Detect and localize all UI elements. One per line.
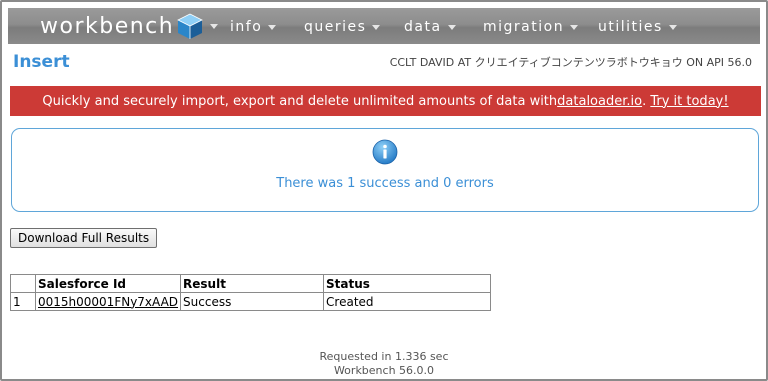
column-header-num (10, 274, 36, 293)
chevron-down-icon (372, 24, 381, 30)
nav-info[interactable]: info (230, 17, 277, 37)
nav-migration-label: migration (483, 19, 565, 35)
footer: Requested in 1.336 sec Workbench 56.0.0 (2, 350, 766, 378)
nav-info-label: info (230, 19, 263, 35)
status-cell: Created (323, 292, 492, 311)
promo-banner: Quickly and securely import, export and … (10, 86, 761, 116)
chevron-down-icon (570, 24, 579, 30)
dataloader-link[interactable]: dataloader.io (557, 94, 642, 109)
top-navbar: workbench info queries data migration ut… (8, 8, 760, 44)
user-info: CCLT DAVID AT クリエイティブコンテンツラボトウキョウ ON API… (389, 56, 752, 69)
chevron-down-icon (268, 24, 277, 30)
download-full-results-button[interactable]: Download Full Results (10, 228, 158, 248)
table-header-row: Salesforce Id Result Status (10, 274, 492, 293)
info-icon (372, 139, 398, 165)
chevron-down-icon (447, 24, 456, 30)
nav-data[interactable]: data (404, 17, 456, 37)
nav-queries[interactable]: queries (304, 17, 381, 37)
table-row: 1 0015h00001FNy7xAAD Success Created (10, 292, 492, 311)
column-header-salesforce-id: Salesforce Id (34, 274, 182, 293)
version-info: Workbench 56.0.0 (333, 364, 435, 377)
nav-migration[interactable]: migration (483, 17, 579, 37)
nav-utilities[interactable]: utilities (598, 17, 677, 37)
nav-data-label: data (404, 19, 442, 35)
page-frame: workbench info queries data migration ut… (0, 0, 768, 381)
column-header-result: Result (180, 274, 325, 293)
workbench-logo[interactable]: workbench (40, 12, 219, 40)
nav-queries-label: queries (304, 19, 367, 35)
cube-icon (177, 13, 204, 39)
banner-text: Quickly and securely import, export and … (42, 93, 558, 109)
logo-text: workbench (40, 13, 175, 39)
results-table: Salesforce Id Result Status 1 0015h00001… (10, 274, 492, 311)
try-it-link[interactable]: Try it today! (650, 94, 728, 109)
result-message: There was 1 success and 0 errors (276, 176, 494, 191)
nav-utilities-label: utilities (598, 19, 663, 35)
column-header-status: Status (323, 274, 492, 293)
result-summary-box: There was 1 success and 0 errors (11, 128, 759, 212)
row-number: 1 (10, 292, 36, 311)
salesforce-id-cell: 0015h00001FNy7xAAD (34, 292, 182, 311)
salesforce-id-link[interactable]: 0015h00001FNy7xAAD (38, 295, 178, 309)
chevron-down-icon (668, 24, 677, 30)
page-title: Insert (13, 52, 70, 72)
result-cell: Success (180, 292, 325, 311)
request-time: Requested in 1.336 sec (319, 350, 449, 363)
chevron-down-icon (210, 23, 219, 29)
